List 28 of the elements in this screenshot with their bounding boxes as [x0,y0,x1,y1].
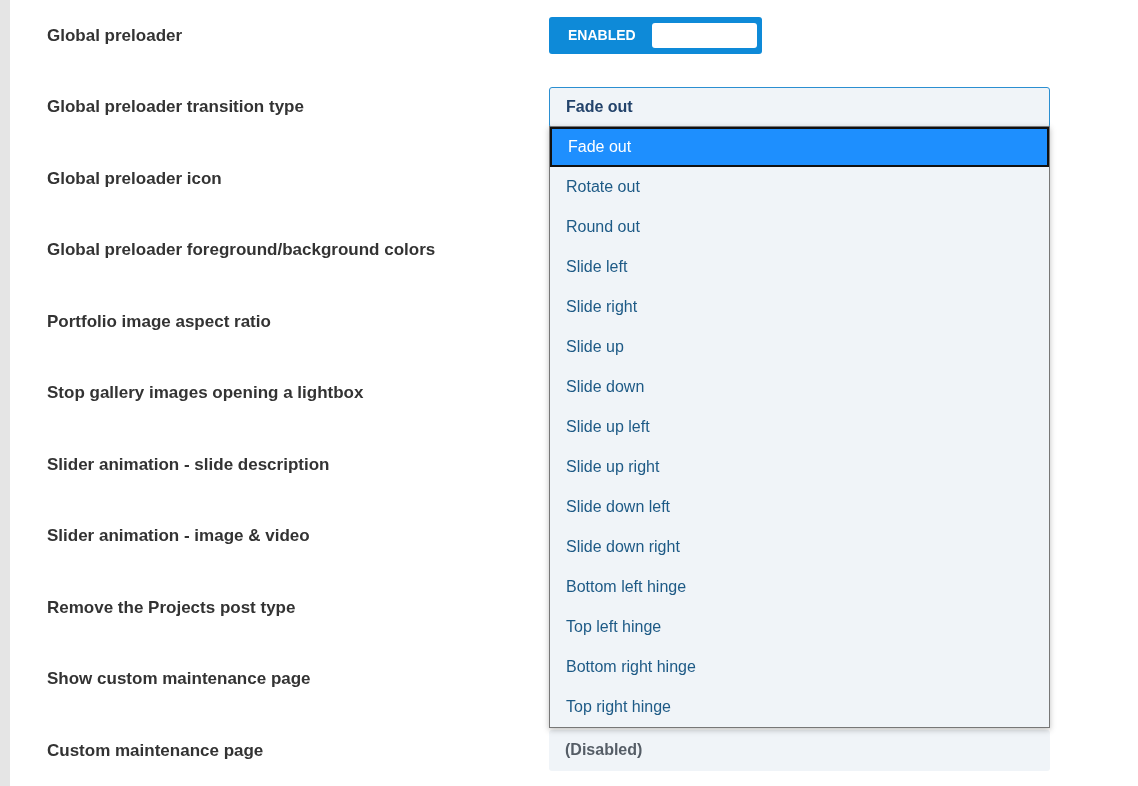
dropdown-option[interactable]: Round out [550,206,1049,247]
dropdown-option[interactable]: Top left hinge [550,606,1049,647]
setting-label: Custom maintenance page [47,739,265,762]
setting-label: Global preloader transition type [47,96,305,119]
dropdown-option[interactable]: Slide down left [550,486,1049,527]
toggle-label: ENABLED [567,26,637,46]
setting-label: Portfolio image aspect ratio [47,310,272,333]
dropdown-option[interactable]: Slide up right [550,446,1049,487]
dropdown-option[interactable]: Rotate out [550,166,1049,207]
setting-label: Show custom maintenance page [47,668,312,691]
setting-label: Global preloader [47,24,184,47]
setting-label: Remove the Projects post type [47,596,297,619]
setting-label: Global preloader icon [47,167,223,190]
setting-label: Global preloader foreground/background colors [47,239,437,262]
dropdown-option[interactable]: Bottom left hinge [550,566,1049,607]
setting-label: Slider animation - slide description [47,453,331,476]
dropdown-option[interactable]: Slide up left [550,406,1049,447]
dropdown-option[interactable]: Slide right [550,286,1049,327]
toggle-switch[interactable]: ENABLED [549,17,762,55]
select-field[interactable]: Fade out [549,86,1050,128]
dropdown-option[interactable]: Top right hinge [550,686,1049,727]
dropdown-option[interactable]: Slide down right [550,526,1049,567]
setting-label: Stop gallery images opening a lightbox [47,382,365,405]
dropdown-option[interactable]: Slide down [550,366,1049,407]
dropdown-option[interactable]: Slide left [550,246,1049,287]
setting-label: Slider animation - image & video [47,525,311,548]
dropdown-option[interactable]: Bottom right hinge [550,646,1049,687]
dropdown-option[interactable]: Slide up [550,326,1049,367]
